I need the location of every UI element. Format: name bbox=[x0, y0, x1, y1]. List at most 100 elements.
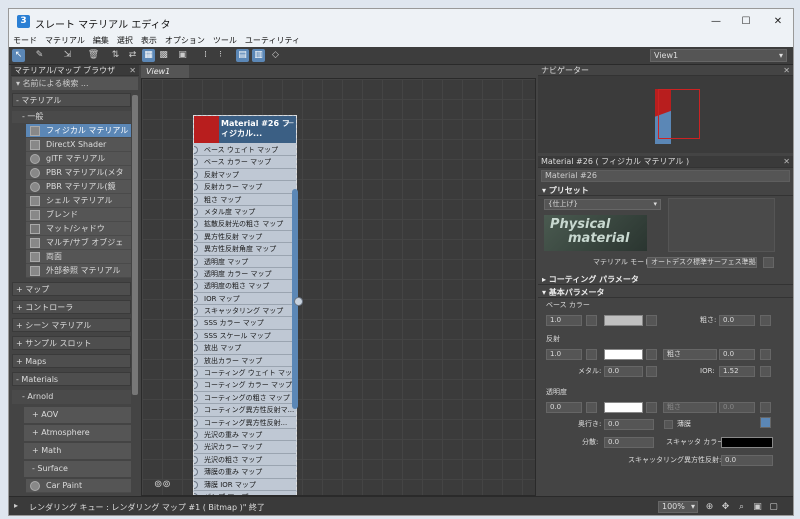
metal-map-button[interactable] bbox=[646, 366, 657, 377]
node-view[interactable]: Material #26 フィジカル... — ベース ウェイト マップ ベース … bbox=[141, 78, 536, 496]
input-socket[interactable] bbox=[194, 369, 198, 378]
node-slot[interactable]: 放出カラー マップ bbox=[194, 355, 296, 368]
list-item[interactable]: DirectX Shader bbox=[26, 138, 131, 152]
node-slot[interactable]: 光沢の重み マップ bbox=[194, 429, 296, 442]
node-slot[interactable]: 薄膜の重み マップ bbox=[194, 466, 296, 479]
node-slot[interactable]: 拡散反射光の粗さ マップ bbox=[194, 218, 296, 231]
zoom-region-icon[interactable]: ⌕ bbox=[735, 501, 748, 514]
input-socket[interactable] bbox=[194, 393, 198, 402]
ior-field[interactable]: 1.52 bbox=[719, 366, 755, 377]
transparency-roughness-map-button[interactable] bbox=[760, 402, 771, 413]
arnold-surface[interactable]: - Surface bbox=[24, 461, 131, 477]
layout-icon[interactable]: ⁞ bbox=[199, 49, 212, 62]
input-socket[interactable] bbox=[194, 195, 198, 204]
node-slot[interactable]: 異方性反射 マップ bbox=[194, 231, 296, 244]
input-socket[interactable] bbox=[194, 170, 198, 179]
node-slot[interactable]: コーティング異方性反射... bbox=[194, 417, 296, 429]
lock-icon[interactable] bbox=[760, 417, 771, 428]
input-socket[interactable] bbox=[194, 207, 198, 216]
tag-icon[interactable]: ◇ bbox=[269, 49, 282, 62]
zoom-select[interactable]: 100% ▾ bbox=[658, 501, 698, 513]
group-scene-materials[interactable]: + シーン マテリアル bbox=[12, 318, 131, 332]
reflection-weight-map-button[interactable] bbox=[586, 349, 597, 360]
base-weight-map-button[interactable] bbox=[586, 315, 597, 326]
list-item[interactable]: 両面 bbox=[26, 250, 131, 264]
transparency-weight-field[interactable]: 0.0 bbox=[546, 402, 582, 413]
menu-edit[interactable]: 編集 bbox=[89, 34, 113, 47]
toggle-editor-icon[interactable]: ▥ bbox=[252, 49, 265, 62]
node-slot[interactable]: コーティングの粗さ マップ bbox=[194, 392, 296, 405]
node-slot[interactable]: 薄膜 IOR マップ bbox=[194, 479, 296, 491]
minimize-icon[interactable]: — bbox=[701, 13, 731, 31]
dispersion-field[interactable]: 0.0 bbox=[604, 437, 654, 448]
group-maps-en[interactable]: + Maps bbox=[12, 354, 131, 368]
node-slot[interactable]: 光沢の粗さ マップ bbox=[194, 454, 296, 467]
input-socket[interactable] bbox=[194, 232, 198, 241]
arnold-aov[interactable]: + AOV bbox=[24, 407, 131, 423]
input-socket[interactable] bbox=[194, 418, 198, 427]
menu-select[interactable]: 選択 bbox=[113, 34, 137, 47]
scatter-color-swatch[interactable] bbox=[721, 437, 773, 448]
transparency-color-swatch[interactable] bbox=[604, 402, 643, 413]
close-panel-icon[interactable]: ✕ bbox=[783, 65, 790, 76]
metal-field[interactable]: 0.0 bbox=[604, 366, 643, 377]
group-controllers[interactable]: + コントローラ bbox=[12, 300, 131, 314]
select-tool-icon[interactable]: ↖ bbox=[12, 49, 25, 62]
subgroup-general[interactable]: - 一般 bbox=[12, 111, 131, 123]
reflection-roughness-map-button[interactable] bbox=[760, 349, 771, 360]
list-item[interactable]: マット/シャドウ bbox=[26, 222, 131, 236]
input-socket[interactable] bbox=[194, 146, 198, 154]
material-name-field[interactable]: Material #26 bbox=[541, 170, 790, 182]
node-slot[interactable]: 反射マップ bbox=[194, 169, 296, 182]
list-item[interactable]: マルチ/サブ オブジェクト bbox=[26, 236, 131, 261]
hide-icon[interactable]: ⇄ bbox=[126, 49, 139, 62]
node-slot[interactable]: 透明度 マップ bbox=[194, 256, 296, 268]
base-color-swatch[interactable] bbox=[604, 315, 643, 326]
node-slot[interactable]: コーティング ウェイト マップ bbox=[194, 367, 296, 380]
input-socket[interactable] bbox=[194, 257, 198, 266]
assign-material-icon[interactable]: ⇲ bbox=[61, 49, 74, 62]
node-slot[interactable]: 透明度 カラー マップ bbox=[194, 268, 296, 281]
roughness-map-button[interactable] bbox=[760, 315, 771, 326]
node-slot[interactable]: SSS スケール マップ bbox=[194, 330, 296, 343]
transparency-mode-select[interactable]: 粗さ bbox=[663, 402, 717, 413]
menu-mode[interactable]: モード bbox=[9, 34, 41, 47]
fit-selected-icon[interactable]: ▢ bbox=[767, 501, 780, 514]
input-socket[interactable] bbox=[194, 294, 198, 303]
input-socket[interactable] bbox=[194, 331, 198, 340]
output-socket[interactable] bbox=[294, 297, 303, 306]
tab-view1[interactable]: View1 bbox=[141, 65, 189, 78]
input-socket[interactable] bbox=[194, 220, 198, 229]
material-node[interactable]: Material #26 フィジカル... — ベース ウェイト マップ ベース … bbox=[193, 115, 297, 495]
node-slot[interactable]: IOR マップ bbox=[194, 293, 296, 306]
binoculars-icon[interactable]: ⊚⊚ bbox=[154, 479, 171, 490]
move-children-icon[interactable]: ⇅ bbox=[109, 49, 122, 62]
input-socket[interactable] bbox=[194, 430, 198, 439]
eyedropper-icon[interactable]: ✎ bbox=[33, 49, 46, 62]
input-socket[interactable] bbox=[194, 381, 198, 390]
background-icon[interactable]: ▩ bbox=[157, 49, 170, 62]
browser-scrollbar[interactable] bbox=[132, 95, 138, 395]
close-panel-icon[interactable]: ✕ bbox=[129, 65, 136, 76]
node-slot[interactable]: 光沢カラー マップ bbox=[194, 441, 296, 454]
layout-children-icon[interactable]: ⁝ bbox=[214, 49, 227, 62]
group-materials[interactable]: - マテリアル bbox=[12, 93, 131, 107]
reflection-mode-select[interactable]: 粗さ bbox=[663, 349, 717, 360]
input-socket[interactable] bbox=[194, 344, 198, 353]
input-socket[interactable] bbox=[194, 183, 198, 192]
maximize-icon[interactable]: ☐ bbox=[731, 13, 761, 31]
node-slot[interactable]: ベース カラー マップ bbox=[194, 156, 296, 169]
input-socket[interactable] bbox=[194, 443, 198, 452]
node-slot[interactable]: 粗さ マップ bbox=[194, 194, 296, 206]
menu-material[interactable]: マテリアル bbox=[41, 34, 89, 47]
list-item[interactable]: PBR マテリアル(鏡面... bbox=[26, 180, 131, 205]
list-item[interactable]: シェル マテリアル bbox=[26, 194, 131, 208]
input-socket[interactable] bbox=[194, 406, 198, 415]
input-socket[interactable] bbox=[194, 455, 198, 464]
menu-options[interactable]: オプション bbox=[161, 34, 209, 47]
reflection-color-map-button[interactable] bbox=[646, 349, 657, 360]
list-item[interactable]: フィジカル マテリアル bbox=[26, 124, 131, 138]
list-item[interactable]: PBR マテリアル(メタル... bbox=[26, 166, 131, 191]
node-header[interactable]: Material #26 フィジカル... — bbox=[194, 116, 296, 143]
input-socket[interactable] bbox=[194, 269, 198, 278]
